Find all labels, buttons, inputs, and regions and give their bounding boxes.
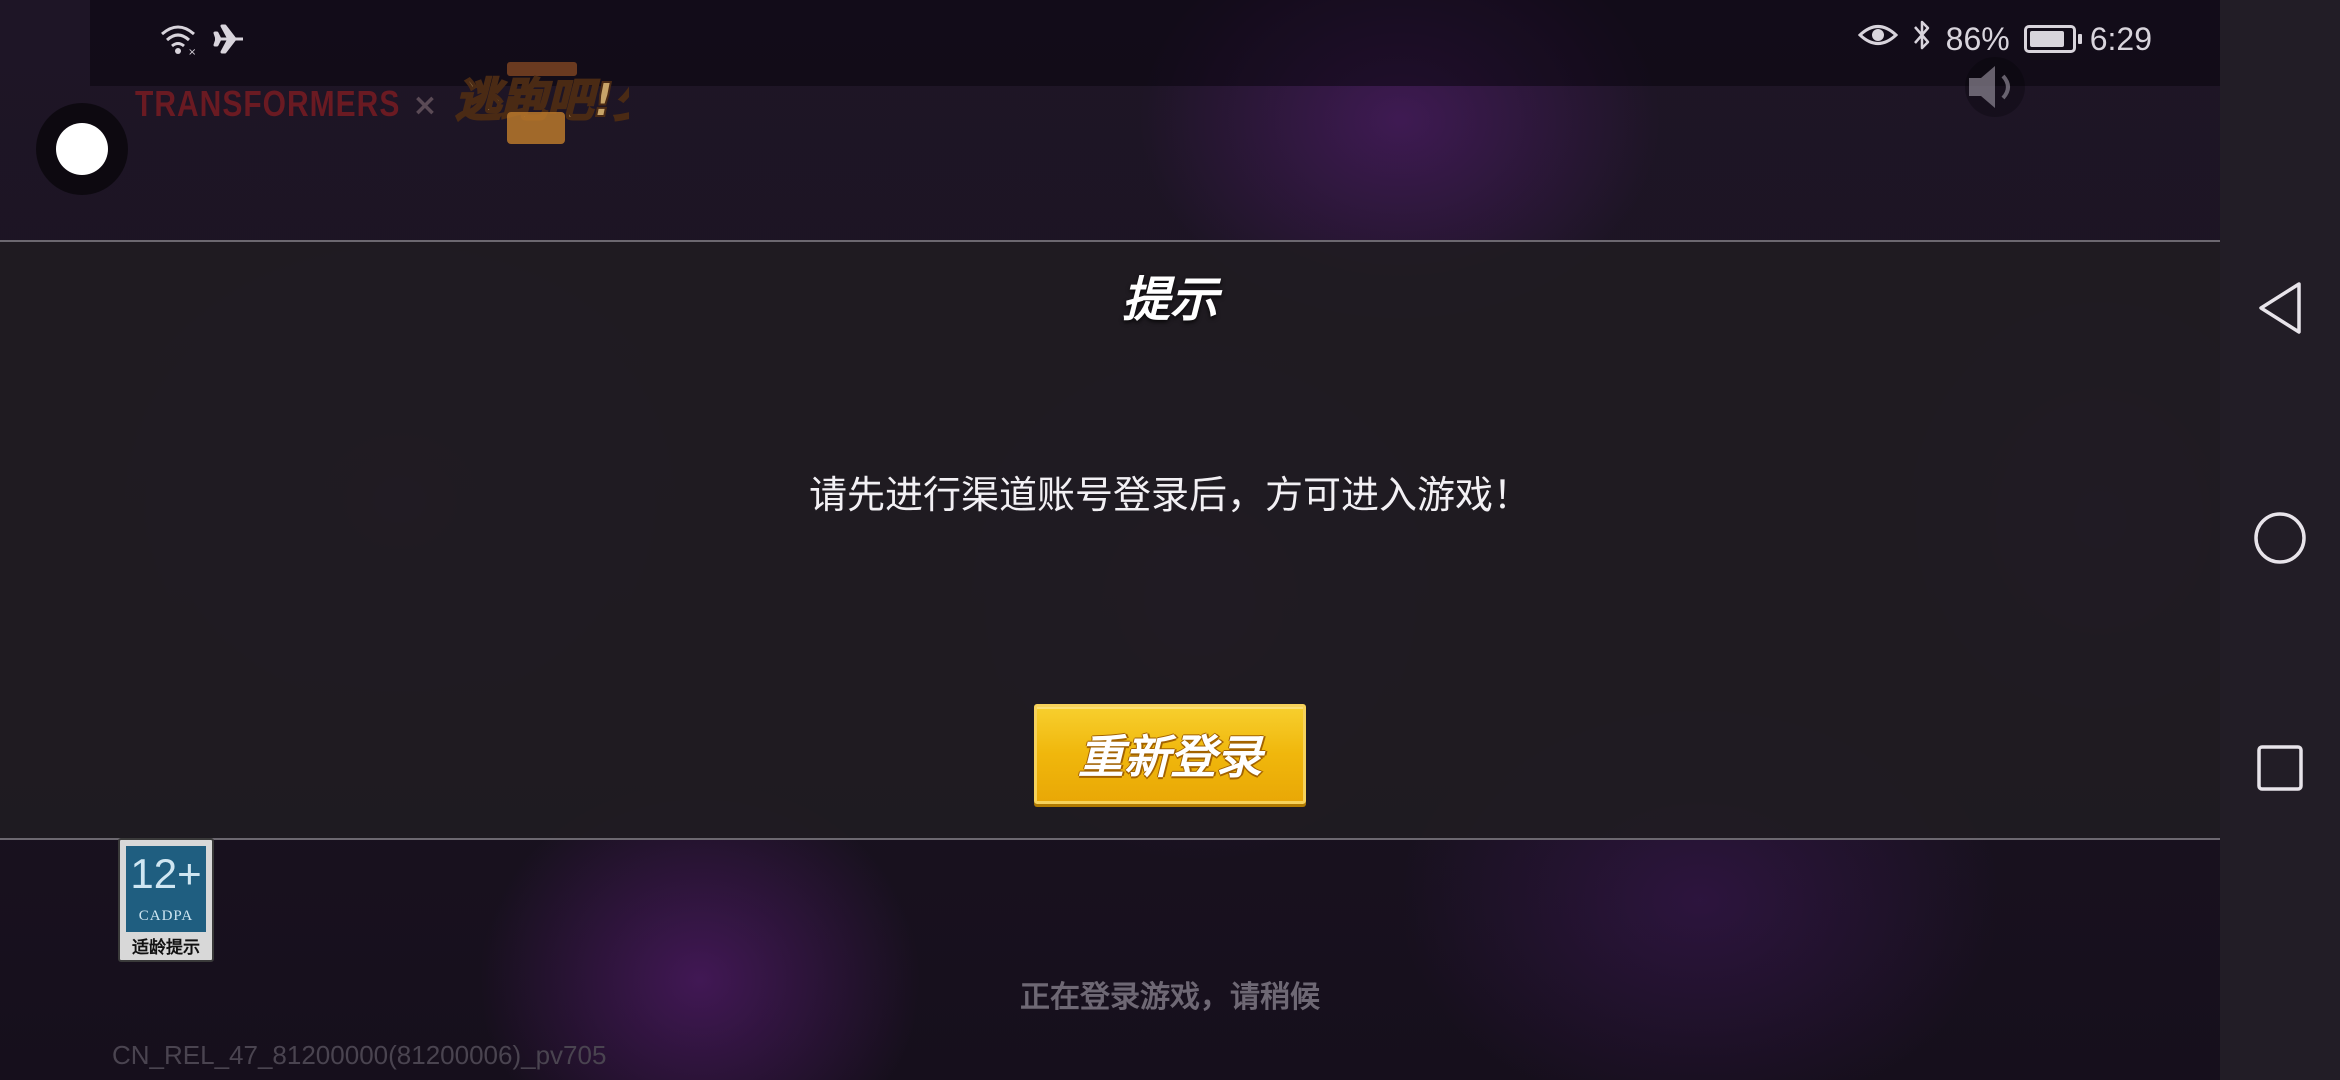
dialog-title: 提示	[1121, 272, 1218, 328]
age-rating-badge: 12+ CADPA 适龄提示	[118, 838, 214, 962]
battery-fill	[2029, 31, 2065, 47]
relogin-button[interactable]: 重新登录	[1034, 704, 1306, 804]
battery-percent: 86%	[1945, 20, 2010, 57]
version-text: CN_REL_47_81200000(81200006)_pv705	[112, 1040, 607, 1070]
prompt-dialog: 提示 请先进行渠道账号登录后，方可进入游戏！ 重新登录	[0, 240, 2220, 840]
age-rating-label: 适龄提示	[132, 938, 200, 958]
game-logo: TRANSFORMERS × 逃跑吧!少年	[135, 60, 712, 150]
nav-recents-button[interactable]	[2250, 740, 2310, 800]
recents-icon	[2255, 743, 2305, 797]
home-icon	[2252, 510, 2308, 570]
age-rating-org: CADPA	[138, 908, 194, 924]
dialog-message: 请先进行渠道账号登录后，方可进入游戏！	[808, 473, 1531, 517]
nav-home-button[interactable]	[2250, 510, 2310, 570]
wifi-icon: ×	[158, 22, 198, 60]
svg-text:×: ×	[188, 47, 196, 56]
age-rating-panel: 12+ CADPA	[126, 846, 206, 932]
airplane-icon	[212, 22, 246, 60]
loading-status-text: 正在登录游戏，请稍候	[1020, 980, 1320, 1015]
game-screen: × 86% 6:29 TRANSFORMERS × 逃跑吧! 提示 请先进行渠道…	[0, 0, 2340, 1080]
system-nav-bar	[2220, 0, 2340, 1080]
back-icon	[2255, 280, 2305, 340]
game-title-logo: 逃跑吧!少年	[449, 60, 712, 150]
age-rating-number: 12+	[130, 850, 202, 897]
floating-assist-button[interactable]	[36, 103, 128, 195]
eye-icon	[1857, 20, 1898, 58]
battery-icon	[2023, 25, 2082, 53]
brand-logo-text: TRANSFORMERS	[135, 84, 401, 125]
logo-separator: ×	[412, 87, 438, 123]
bluetooth-icon	[1912, 18, 1932, 60]
nav-back-button[interactable]	[2250, 280, 2310, 340]
status-left: ×	[158, 22, 246, 60]
clock: 6:29	[2089, 20, 2152, 57]
volume-icon[interactable]	[1955, 54, 2035, 120]
floating-dot-icon	[56, 123, 108, 175]
